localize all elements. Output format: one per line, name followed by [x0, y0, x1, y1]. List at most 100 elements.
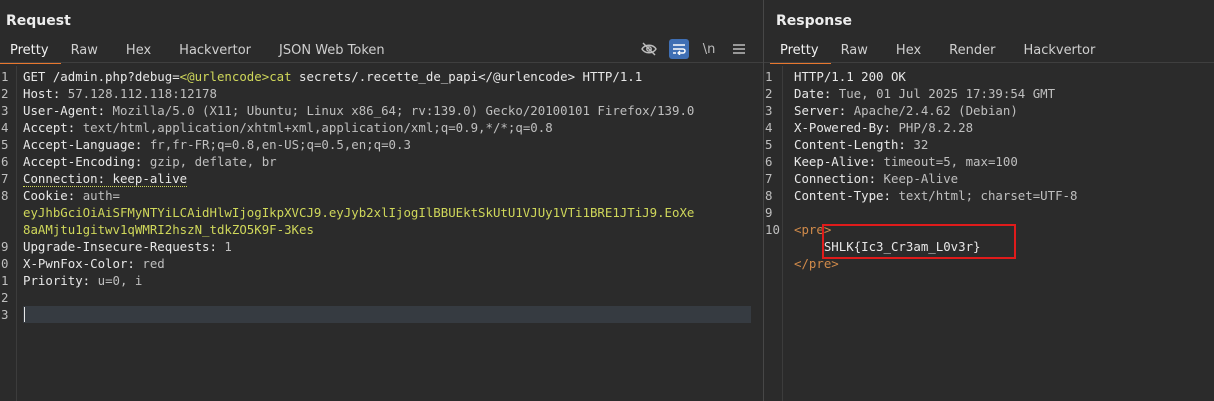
code-line: HTTP/1.1 200 OK: [794, 68, 906, 85]
code-token: Upgrade-Insecure-Requests:: [23, 239, 225, 254]
tab-hex[interactable]: Hex: [116, 40, 163, 62]
code-token: Content-Type:: [794, 188, 899, 203]
line-number: 1: [1, 273, 9, 288]
code-token: GET /admin.php?: [23, 69, 135, 84]
request-title: Request: [6, 13, 71, 29]
code-token: Content-Length:: [794, 137, 914, 152]
code-token: cat: [269, 69, 300, 84]
code-token: eyJhbGciOiAiSFMyNTYiLCAidHlwIjogIkpXVCJ9…: [23, 205, 695, 220]
request-editor[interactable]: GET /admin.php?debug=<@urlencode>cat sec…: [0, 66, 763, 401]
code-token: X-PwnFox-Color:: [23, 256, 143, 271]
line-number: 3: [1, 103, 9, 118]
tab-json-web-token[interactable]: JSON Web Token: [269, 40, 397, 62]
code-line: User-Agent: Mozilla/5.0 (X11; Ubuntu; Li…: [23, 102, 694, 119]
code-token: Apache/2.4.62 (Debian): [853, 103, 1018, 118]
line-number: 7: [765, 171, 773, 186]
response-tabs: Pretty Raw Hex Render Hackvertor: [770, 40, 1107, 64]
line-number: 3: [1, 307, 9, 322]
code-token: Cookie:: [23, 188, 83, 203]
code-line: Accept-Language: fr,fr-FR;q=0.8,en-US;q=…: [23, 136, 411, 153]
tab-pretty[interactable]: Pretty: [0, 40, 61, 64]
code-token: 32: [913, 137, 929, 152]
burp-repeater: Request Pretty Raw Hex Hackvertor JSON W…: [0, 0, 1214, 401]
code-token: <@urlencode>: [179, 69, 270, 84]
code-line: Accept-Encoding: gzip, deflate, br: [23, 153, 277, 170]
line-number: 1: [765, 69, 773, 84]
request-tabs: Pretty Raw Hex Hackvertor JSON Web Token: [0, 40, 397, 64]
tab-hackvertor[interactable]: Hackvertor: [1013, 40, 1107, 62]
tab-raw[interactable]: Raw: [831, 40, 880, 62]
line-number: 8: [1, 188, 9, 203]
code-token: Keep-Alive:: [794, 154, 884, 169]
code-token: Connection:: [794, 171, 884, 186]
line-number: 6: [1, 154, 9, 169]
code-line: Content-Length: 32: [794, 136, 928, 153]
code-token: Priority:: [23, 273, 98, 288]
wrap-icon[interactable]: [669, 39, 689, 59]
code-line: X-PwnFox-Color: red: [23, 255, 165, 272]
code-token: X-Powered-By:: [794, 120, 899, 135]
line-number: 2: [1, 86, 9, 101]
code-token: Keep-Alive: [883, 171, 959, 186]
code-line: eyJhbGciOiAiSFMyNTYiLCAidHlwIjogIkpXVCJ9…: [23, 204, 694, 221]
code-token: debug=: [134, 69, 180, 84]
code-token: gzip, deflate, br: [149, 154, 277, 169]
code-token: secrets/.recette_de_papi</@urlencode> HT…: [299, 69, 643, 84]
code-line: Host: 57.128.112.118:12178: [23, 85, 217, 102]
code-token: PHP/8.2.28: [898, 120, 974, 135]
line-number: 8: [765, 188, 773, 203]
code-token: Server:: [794, 103, 854, 118]
request-pane: Request Pretty Raw Hex Hackvertor JSON W…: [0, 0, 763, 401]
code-token: Accept:: [23, 120, 83, 135]
code-line: X-Powered-By: PHP/8.2.28: [794, 119, 973, 136]
tab-raw[interactable]: Raw: [61, 40, 110, 62]
eye-slash-icon[interactable]: [639, 39, 659, 59]
tabbar-separator: [0, 62, 763, 63]
code-token: 57.128.112.118:12178: [67, 86, 217, 101]
tab-render[interactable]: Render: [939, 40, 1007, 62]
line-number: 9: [1, 239, 9, 254]
code-token: Tue, 01 Jul 2025 17:39:54 GMT: [838, 86, 1056, 101]
code-line: Connection: keep-alive: [23, 170, 188, 187]
code-token: Host:: [23, 86, 68, 101]
code-token: fr,fr-FR;q=0.8,en-US;q=0.5,en;q=0.3: [149, 137, 411, 152]
request-toolbar: \n: [639, 39, 749, 59]
line-number: 4: [765, 120, 773, 135]
code-token: Accept-Encoding:: [23, 154, 150, 169]
code-token: red: [142, 256, 165, 271]
response-title: Response: [776, 13, 853, 29]
code-line: Cookie: auth=: [23, 187, 120, 204]
code-token: text/html,application/xhtml+xml,applicat…: [82, 120, 553, 135]
code-token: timeout=5, max=100: [883, 154, 1018, 169]
code-token: HTTP/1.1 200 OK: [794, 69, 906, 84]
menu-icon[interactable]: [729, 39, 749, 59]
code-token: text/html; charset=UTF-8: [898, 188, 1078, 203]
newline-icon[interactable]: \n: [699, 39, 719, 59]
line-number: 2: [765, 86, 773, 101]
line-number: 7: [1, 171, 9, 186]
line-number: 2: [1, 290, 9, 305]
tab-pretty[interactable]: Pretty: [770, 40, 831, 64]
response-pane: Response Pretty Raw Hex Render Hackverto…: [764, 0, 1214, 401]
flag-highlight-box: [822, 224, 1016, 259]
code-line: Accept: text/html,application/xhtml+xml,…: [23, 119, 553, 136]
tabbar-separator: [764, 62, 1214, 63]
tab-hackvertor[interactable]: Hackvertor: [169, 40, 263, 62]
code-token: Connection: keep-alive: [23, 171, 188, 187]
code-token: u=0, i: [97, 273, 143, 288]
line-number: 1: [1, 69, 9, 84]
line-number: 0: [1, 256, 9, 271]
code-token: 8aAMjtu1gitwv1qWMRI2hszN_tdkZO5K9F-3Kes: [23, 222, 314, 237]
code-line: Content-Type: text/html; charset=UTF-8: [794, 187, 1077, 204]
code-line: Connection: Keep-Alive: [794, 170, 958, 187]
request-code[interactable]: GET /admin.php?debug=<@urlencode>cat sec…: [23, 66, 763, 401]
code-token: User-Agent:: [23, 103, 113, 118]
line-number: 9: [765, 205, 773, 220]
code-token: Accept-Language:: [23, 137, 150, 152]
tab-hex[interactable]: Hex: [886, 40, 933, 62]
code-token: Mozilla/5.0 (X11; Ubuntu; Linux x86_64; …: [112, 103, 695, 118]
line-number: 5: [765, 137, 773, 152]
line-number: 3: [765, 103, 773, 118]
line-number: 4: [1, 120, 9, 135]
line-number: 6: [765, 154, 773, 169]
